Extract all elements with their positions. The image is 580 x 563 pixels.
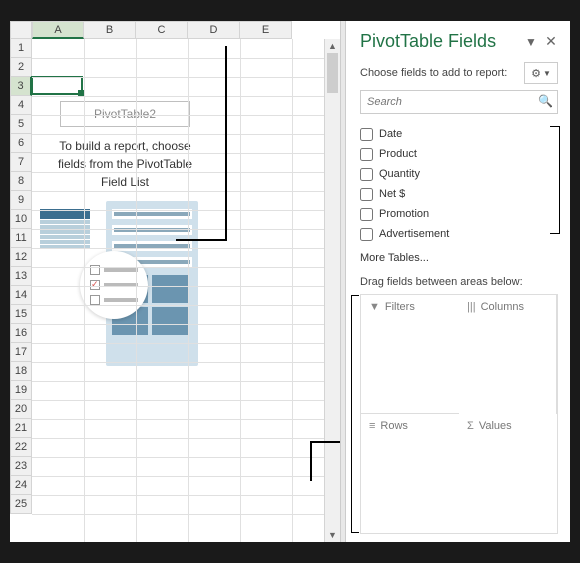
- field-item[interactable]: Quantity: [360, 164, 558, 184]
- field-checkbox[interactable]: [360, 148, 373, 161]
- magnifier-icon: [80, 251, 148, 319]
- columns-area[interactable]: ||| Columns: [459, 295, 557, 414]
- field-item[interactable]: Net $: [360, 184, 558, 204]
- row-header[interactable]: 19: [10, 381, 32, 400]
- pivottable-name: PivotTable2: [60, 101, 190, 127]
- panel-header: PivotTable Fields ▼ ✕: [360, 31, 558, 52]
- panel-subtitle-row: Choose fields to add to report: ⚙ ▼: [360, 62, 558, 84]
- chevron-down-icon: ▼: [543, 69, 551, 78]
- field-checkbox[interactable]: [360, 228, 373, 241]
- row-header[interactable]: 9: [10, 191, 32, 210]
- row-header[interactable]: 22: [10, 438, 32, 457]
- cell-grid[interactable]: PivotTable2 To build a report, choose fi…: [32, 39, 340, 542]
- row-header[interactable]: 7: [10, 153, 32, 172]
- field-label: Quantity: [379, 168, 420, 180]
- app-frame: ABCDE 1234567891011121314151617181920212…: [10, 21, 570, 542]
- row-headers: 1234567891011121314151617181920212223242…: [10, 39, 32, 514]
- row-header[interactable]: 6: [10, 134, 32, 153]
- pivottable-fields-panel: PivotTable Fields ▼ ✕ Choose fields to a…: [346, 21, 570, 542]
- rows-area[interactable]: ≡ Rows: [361, 414, 459, 533]
- placeholder-instruction: To build a report, choose fields from th…: [40, 137, 210, 191]
- panel-dropdown-icon[interactable]: ▼: [524, 35, 538, 49]
- field-label: Net $: [379, 188, 405, 200]
- values-icon: Σ: [467, 420, 474, 432]
- row-header[interactable]: 16: [10, 324, 32, 343]
- column-headers: ABCDE: [32, 21, 292, 39]
- field-label: Promotion: [379, 208, 429, 220]
- row-header[interactable]: 4: [10, 96, 32, 115]
- row-header[interactable]: 5: [10, 115, 32, 134]
- filters-area[interactable]: ▼ Filters: [361, 295, 459, 414]
- selected-cell[interactable]: [31, 76, 83, 95]
- drag-areas-label: Drag fields between areas below:: [360, 276, 558, 288]
- column-header[interactable]: E: [240, 21, 292, 39]
- field-label: Advertisement: [379, 228, 449, 240]
- search-icon[interactable]: 🔍: [538, 94, 553, 108]
- values-area[interactable]: Σ Values: [459, 414, 557, 533]
- row-header[interactable]: 10: [10, 210, 32, 229]
- scroll-down-icon[interactable]: ▼: [325, 528, 340, 542]
- select-all-corner[interactable]: [10, 21, 32, 39]
- rows-icon: ≡: [369, 420, 375, 432]
- field-label: Product: [379, 148, 417, 160]
- drop-areas: ▼ Filters ||| Columns ≡ Rows Σ Values: [360, 294, 558, 534]
- panel-subtitle: Choose fields to add to report:: [360, 67, 507, 79]
- row-header[interactable]: 18: [10, 362, 32, 381]
- scroll-up-icon[interactable]: ▲: [325, 39, 340, 53]
- row-header[interactable]: 20: [10, 400, 32, 419]
- placeholder-graphic: [40, 209, 210, 369]
- search-box: 🔍: [360, 90, 558, 114]
- field-item[interactable]: Date: [360, 124, 558, 144]
- column-header[interactable]: A: [32, 21, 84, 39]
- area-label: Rows: [380, 420, 408, 432]
- row-header[interactable]: 1: [10, 39, 32, 58]
- filter-icon: ▼: [369, 301, 380, 313]
- pivottable-placeholder: PivotTable2 To build a report, choose fi…: [40, 101, 210, 369]
- area-label: Values: [479, 420, 512, 432]
- callout-line: [176, 239, 226, 241]
- callout-bracket: [550, 126, 560, 234]
- search-input[interactable]: [360, 90, 558, 114]
- columns-icon: |||: [467, 301, 476, 313]
- row-header[interactable]: 21: [10, 419, 32, 438]
- row-header[interactable]: 12: [10, 248, 32, 267]
- area-label: Filters: [385, 301, 415, 313]
- row-header[interactable]: 24: [10, 476, 32, 495]
- row-header[interactable]: 13: [10, 267, 32, 286]
- gear-icon: ⚙: [531, 67, 541, 80]
- vertical-scrollbar[interactable]: ▲ ▼: [324, 39, 340, 542]
- callout-line: [310, 441, 312, 481]
- row-header[interactable]: 3: [10, 77, 32, 96]
- column-header[interactable]: C: [136, 21, 188, 39]
- field-label: Date: [379, 128, 402, 140]
- field-checkbox[interactable]: [360, 128, 373, 141]
- column-header[interactable]: D: [188, 21, 240, 39]
- tools-button[interactable]: ⚙ ▼: [524, 62, 558, 84]
- field-checkbox[interactable]: [360, 208, 373, 221]
- row-header[interactable]: 11: [10, 229, 32, 248]
- row-header[interactable]: 14: [10, 286, 32, 305]
- field-item[interactable]: Promotion: [360, 204, 558, 224]
- panel-title: PivotTable Fields: [360, 31, 518, 52]
- field-item[interactable]: Product: [360, 144, 558, 164]
- field-list: Date Product Quantity Net $ Promotion Adverti…: [360, 124, 558, 244]
- row-header[interactable]: 25: [10, 495, 32, 514]
- callout-line: [225, 46, 227, 241]
- row-header[interactable]: 17: [10, 343, 32, 362]
- field-item[interactable]: Advertisement: [360, 224, 558, 244]
- row-header[interactable]: 23: [10, 457, 32, 476]
- column-header[interactable]: B: [84, 21, 136, 39]
- callout-line: [310, 441, 340, 443]
- callout-bracket: [351, 295, 359, 533]
- close-icon[interactable]: ✕: [544, 33, 558, 50]
- area-label: Columns: [481, 301, 524, 313]
- worksheet[interactable]: ABCDE 1234567891011121314151617181920212…: [10, 21, 340, 542]
- field-checkbox[interactable]: [360, 188, 373, 201]
- field-checkbox[interactable]: [360, 168, 373, 181]
- row-header[interactable]: 2: [10, 58, 32, 77]
- row-header[interactable]: 8: [10, 172, 32, 191]
- row-header[interactable]: 15: [10, 305, 32, 324]
- more-tables-link[interactable]: More Tables...: [360, 252, 558, 264]
- scroll-thumb[interactable]: [327, 53, 338, 93]
